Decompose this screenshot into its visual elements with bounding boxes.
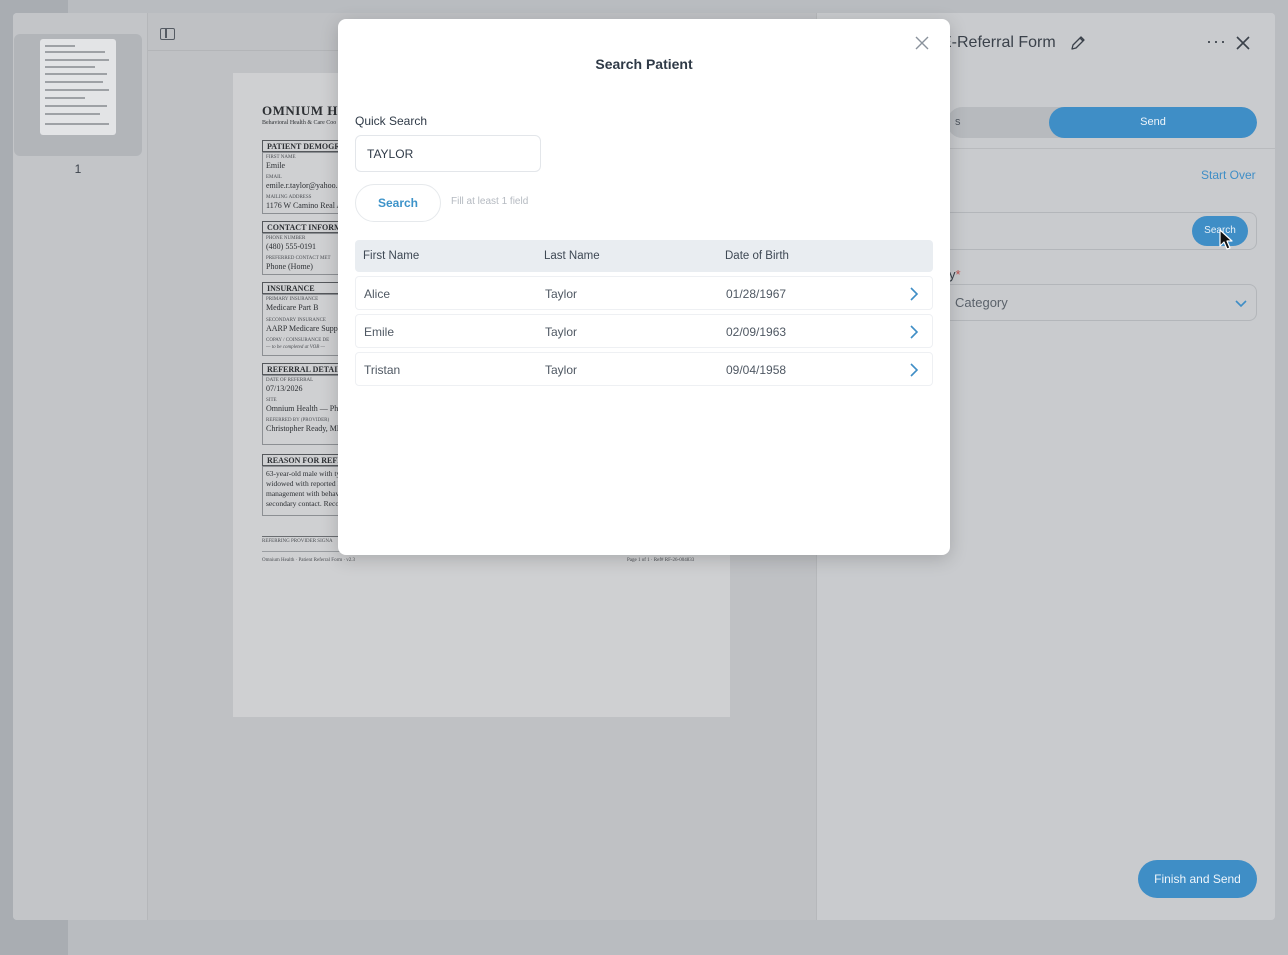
doc-primary-insurance: Medicare Part B: [266, 303, 319, 312]
cell-first-name: Tristan: [364, 363, 401, 377]
doc-org-subtitle: Behavioral Health & Care Coo: [262, 120, 337, 126]
doc-label: COPAY / COINSURANCE DE: [266, 338, 330, 343]
doc-label: PRIMARY INSURANCE: [266, 297, 319, 302]
doc-reason-line: management with behav: [266, 489, 340, 498]
category-label: y*: [949, 267, 961, 282]
cell-first-name: Alice: [364, 287, 391, 301]
doc-pref-contact: Phone (Home): [266, 262, 313, 271]
modal-title: Search Patient: [595, 56, 693, 72]
doc-site: Omnium Health — Phoe: [266, 404, 346, 413]
finish-and-send-button[interactable]: Finish and Send: [1138, 860, 1257, 898]
doc-email: emile.r.taylor@yahoo.co: [266, 181, 346, 190]
doc-label: PHONE NUMBER: [266, 236, 306, 241]
doc-copay: — to be completed at VOB —: [266, 345, 326, 350]
cell-first-name: Emile: [364, 325, 395, 339]
edit-pencil-icon[interactable]: [1070, 35, 1086, 51]
thumbnail-sidebar: 1: [13, 13, 148, 920]
chevron-right-icon[interactable]: [907, 324, 921, 340]
page-thumbnail[interactable]: 1: [14, 34, 142, 176]
cell-dob: 09/04/1958: [726, 363, 787, 377]
doc-signature-label: REFERRING PROVIDER SIGNA: [262, 539, 333, 544]
doc-reason-line: secondary contact. Reco: [266, 499, 340, 508]
table-row[interactable]: Tristan Taylor 09/04/1958: [355, 352, 933, 386]
cell-last-name: Taylor: [545, 287, 578, 301]
doc-label: PREFERRED CONTACT MET: [266, 256, 331, 261]
category-select-value: Category: [955, 295, 1008, 310]
required-asterisk: *: [955, 267, 961, 282]
doc-label: FIRST NAME: [266, 155, 296, 160]
doc-referral-date: 07/13/2026: [266, 384, 303, 393]
segment-previous[interactable]: s: [947, 107, 1049, 138]
thumbnail-page-number: 1: [74, 162, 82, 176]
close-icon[interactable]: [914, 35, 930, 51]
quick-search-input[interactable]: [355, 135, 541, 172]
doc-label: MAILING ADDRESS: [266, 195, 312, 200]
quick-search-label: Quick Search: [355, 114, 428, 128]
table-header: First Name Last Name Date of Birth: [355, 240, 933, 272]
doc-footer-left: Omnium Health · Patient Referral Form · …: [262, 558, 356, 563]
doc-org-name: OMNIUM HE: [262, 103, 348, 118]
chevron-right-icon[interactable]: [907, 362, 921, 378]
start-over-link[interactable]: Start Over: [1201, 168, 1256, 182]
category-select[interactable]: Category: [947, 284, 1257, 321]
cell-last-name: Taylor: [545, 325, 578, 339]
mouse-cursor-icon: [1219, 229, 1233, 250]
doc-first-name: Emile: [266, 161, 286, 170]
search-patient-modal: Search Patient Quick Search Search Fill …: [338, 19, 950, 555]
thumbnail-page-preview: [40, 39, 116, 135]
cell-last-name: Taylor: [545, 363, 578, 377]
more-options-icon[interactable]: ···: [1206, 31, 1227, 52]
doc-referred-by: Christopher Ready, MD: [266, 424, 343, 433]
doc-address: 1176 W Camino Real Av: [266, 201, 346, 210]
doc-reason-line: 63-year-old male with ty: [266, 469, 341, 478]
doc-label: SECONDARY INSURANCE: [266, 318, 326, 323]
panel-title: E-Referral Form: [941, 34, 1056, 51]
step-segmented-control: s Send: [947, 107, 1257, 138]
toggle-sidebar-icon[interactable]: [160, 28, 175, 40]
chevron-right-icon[interactable]: [907, 286, 921, 302]
doc-label: DATE OF REFERRAL: [266, 378, 314, 383]
doc-secondary-insurance: AARP Medicare Supplen: [266, 324, 348, 333]
table-row[interactable]: Alice Taylor 01/28/1967: [355, 276, 933, 310]
chevron-down-icon: [1235, 300, 1247, 308]
segment-send[interactable]: Send: [1049, 107, 1257, 138]
search-button[interactable]: Search: [355, 184, 441, 222]
cell-dob: 01/28/1967: [726, 287, 787, 301]
patient-results-table: First Name Last Name Date of Birth Alice…: [355, 240, 933, 386]
doc-label: EMAIL: [266, 175, 282, 180]
doc-label: SITE: [266, 398, 277, 403]
doc-footer-right: Page 1 of 1 · Ref# RF-26-004833: [627, 558, 695, 563]
doc-phone: (480) 555-0191: [266, 242, 316, 251]
search-hint: Fill at least 1 field: [451, 196, 529, 207]
column-first-name: First Name: [363, 250, 420, 262]
column-date-of-birth: Date of Birth: [725, 250, 789, 262]
doc-reason-line: widowed with reported l: [266, 479, 340, 488]
column-last-name: Last Name: [544, 250, 600, 262]
doc-label: REFERRED BY (PROVIDER): [266, 418, 330, 423]
table-row[interactable]: Emile Taylor 02/09/1963: [355, 314, 933, 348]
close-panel-icon[interactable]: [1235, 35, 1251, 51]
cell-dob: 02/09/1963: [726, 325, 787, 339]
